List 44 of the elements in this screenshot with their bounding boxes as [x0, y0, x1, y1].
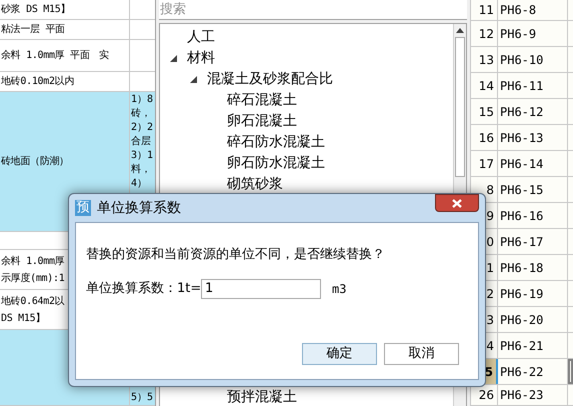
table-cell-text: 砖， — [131, 107, 152, 121]
table-cell-text: 砖地面（防潮） — [1, 154, 69, 169]
table-cell: PH6-16 — [498, 203, 568, 228]
unit-label: m3 — [332, 280, 346, 298]
table-cell-text: 砂浆 DS M15】 — [1, 2, 70, 17]
table-cell-text: 3）1 — [131, 149, 154, 163]
table-cell: PH6-15 — [498, 177, 568, 202]
table-cell-text: 示厚度(mm):1 — [1, 272, 64, 286]
table-cell: PH6-22 — [498, 359, 568, 384]
table-cell: PH6-12 — [498, 99, 568, 124]
table-cell: PH6-8 — [498, 0, 568, 20]
table-cell: PH6-9 — [498, 21, 568, 46]
table-cell: PH6-18 — [498, 255, 568, 280]
table-cell: PH6-10 — [498, 47, 568, 72]
row-number: 15 — [471, 99, 498, 124]
table-cell: PH6-13 — [498, 125, 568, 150]
table-cell: PH6-20 — [498, 307, 568, 332]
row-number: 17 — [471, 151, 498, 176]
factor-label: 单位换算系数：1t= — [86, 280, 201, 298]
row-number: 14 — [471, 73, 498, 98]
table-cell-text: 1）8 — [131, 93, 154, 107]
table-cell-text: 2）2 — [131, 121, 154, 135]
table-cell-text: 地砖0.64m2以 — [1, 294, 64, 308]
row-number: 11 — [471, 0, 498, 20]
dialog-message: 替换的资源和当前资源的单位不同，是否继续替换？ — [86, 246, 386, 264]
table-cell-text: 4） — [131, 177, 148, 191]
table-cell: PH6-23 — [498, 385, 568, 405]
row-number: 13 — [471, 47, 498, 72]
table-cell-text: 余料 1.0mm厚 — [1, 254, 64, 268]
table-cell-text: 余料 1.0mm厚 平面 实 — [1, 48, 109, 63]
table-cell: PH6-19 — [498, 281, 568, 306]
table-cell-text: 粘法一层 平面 — [1, 22, 65, 37]
table-cell: PH6-14 — [498, 151, 568, 176]
table-cell-text: 5）5 — [131, 391, 154, 405]
table-cell-text: 料， — [131, 163, 152, 177]
table-cell-text: 地砖0.10m2以内 — [1, 74, 74, 89]
row-number: 16 — [471, 125, 498, 150]
table-cell-text: 合层 — [131, 135, 152, 149]
table-cell-text: DS M15】 — [1, 312, 46, 326]
table-cell: PH6-11 — [498, 73, 568, 98]
table-cell: PH6-17 — [498, 229, 568, 254]
table-cell: PH6-21 — [498, 333, 568, 358]
app-icon: 预 — [75, 200, 91, 216]
row-number: 12 — [471, 21, 498, 46]
